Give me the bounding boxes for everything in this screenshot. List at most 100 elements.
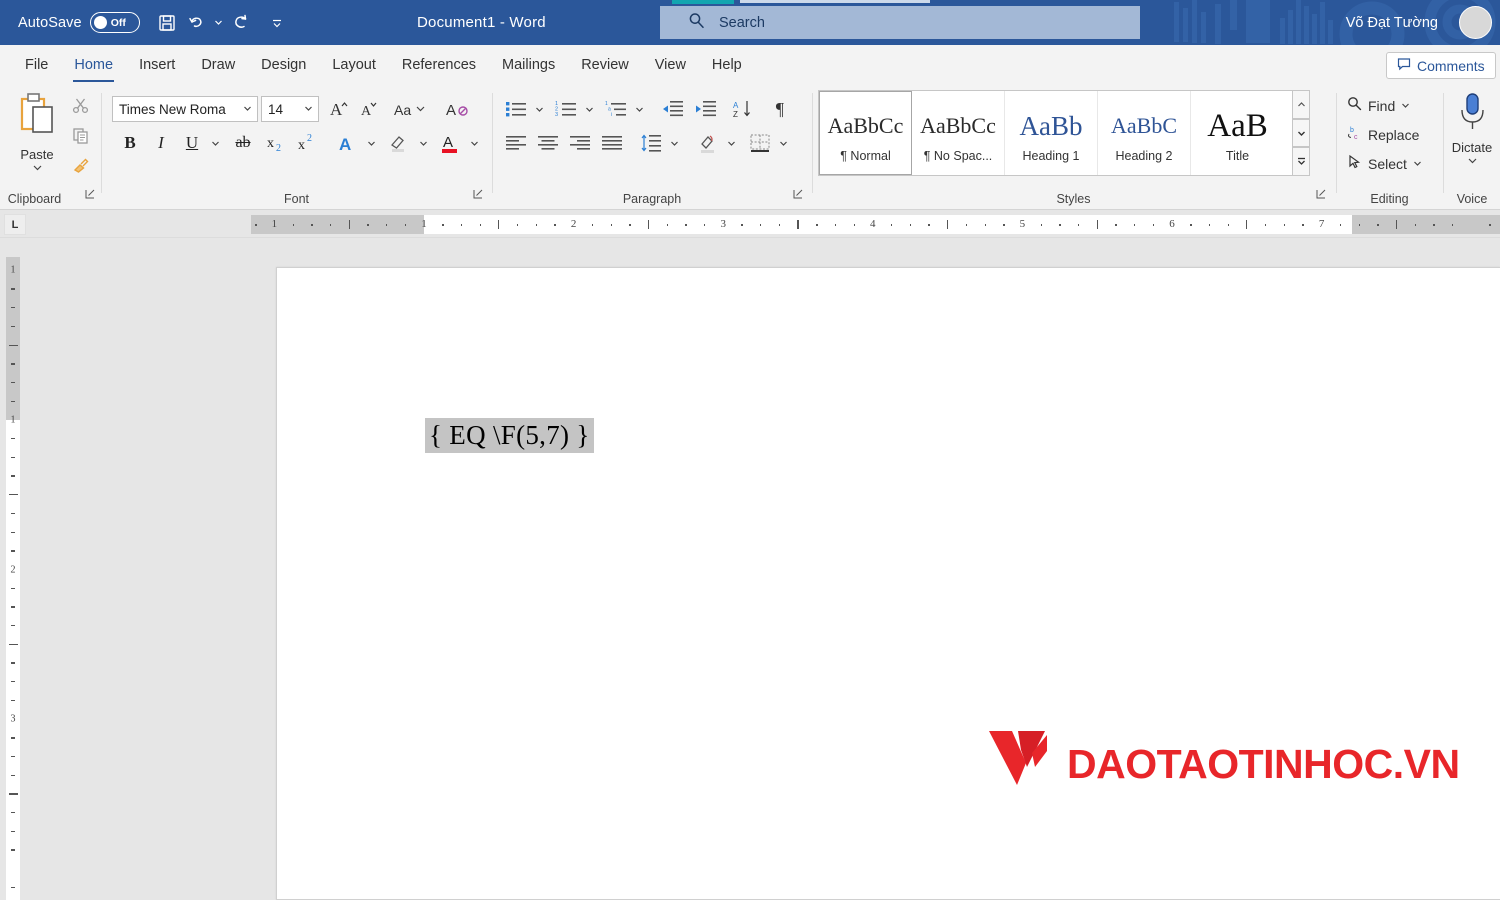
undo-button[interactable] bbox=[182, 7, 212, 39]
highlight-color-button[interactable] bbox=[384, 129, 414, 157]
undo-dropdown-icon[interactable] bbox=[212, 7, 226, 39]
numbering-button[interactable]: 1 2 3 bbox=[551, 95, 581, 123]
styles-scroll-down-button[interactable] bbox=[1292, 118, 1310, 148]
shading-button[interactable] bbox=[693, 129, 723, 157]
styles-more-button[interactable] bbox=[1292, 147, 1310, 177]
dictate-button[interactable]: Dictate bbox=[1444, 91, 1500, 165]
clipboard-dialog-launcher[interactable] bbox=[85, 186, 95, 204]
select-button[interactable]: Select bbox=[1343, 152, 1426, 176]
cut-button[interactable] bbox=[66, 91, 94, 119]
document-page[interactable]: { EQ \F(5,7) } DAOTAOTINHOC.VN bbox=[276, 267, 1500, 900]
style-no-spacing[interactable]: AaBbCc ¶ No Spac... bbox=[912, 91, 1005, 175]
font-size-combobox[interactable]: 14 bbox=[261, 96, 319, 122]
shading-dropdown-icon[interactable] bbox=[723, 129, 739, 157]
underline-button[interactable]: U bbox=[178, 129, 206, 157]
find-dropdown-icon[interactable] bbox=[1401, 97, 1410, 115]
redo-button[interactable] bbox=[226, 7, 256, 39]
ribbon: Paste Clipboard Times New Roma 14 A A Aa… bbox=[0, 85, 1500, 210]
subscript-button[interactable]: x2 bbox=[262, 129, 290, 157]
superscript-button[interactable]: x2 bbox=[293, 129, 321, 157]
font-color-dropdown-icon[interactable] bbox=[465, 129, 483, 157]
bold-button[interactable]: B bbox=[116, 129, 144, 157]
select-dropdown-icon[interactable] bbox=[1413, 155, 1422, 173]
format-painter-button[interactable] bbox=[66, 151, 94, 179]
shrink-font-button[interactable]: A bbox=[354, 95, 382, 123]
copy-button[interactable] bbox=[66, 121, 94, 149]
grow-font-button[interactable]: A bbox=[324, 95, 352, 123]
save-button[interactable] bbox=[152, 7, 182, 39]
style-heading-2[interactable]: AaBbC Heading 2 bbox=[1098, 91, 1191, 175]
multilevel-dropdown-icon[interactable] bbox=[631, 95, 647, 123]
text-effects-dropdown-icon[interactable] bbox=[362, 129, 380, 157]
tab-insert[interactable]: Insert bbox=[126, 45, 188, 85]
search-input[interactable]: Search bbox=[660, 6, 1140, 39]
styles-dialog-launcher[interactable] bbox=[1316, 186, 1326, 204]
styles-scrollbar[interactable] bbox=[1292, 90, 1310, 177]
italic-button[interactable]: I bbox=[147, 129, 175, 157]
font-name-combobox[interactable]: Times New Roma bbox=[112, 96, 258, 122]
vertical-ruler[interactable]: 1 1 2 3 bbox=[6, 257, 20, 900]
paragraph-dialog-launcher[interactable] bbox=[793, 186, 803, 204]
align-center-button[interactable] bbox=[533, 129, 563, 157]
comments-button[interactable]: Comments bbox=[1386, 52, 1496, 79]
text-effects-button[interactable]: A bbox=[332, 129, 362, 157]
tab-mailings[interactable]: Mailings bbox=[489, 45, 568, 85]
font-group-label: Font bbox=[283, 192, 309, 206]
tab-home[interactable]: Home bbox=[61, 45, 126, 85]
clear-formatting-button[interactable]: A bbox=[442, 95, 474, 123]
font-dialog-launcher[interactable] bbox=[473, 186, 483, 204]
ruler-track: 1 1 2 3 4 5 6 7 bbox=[251, 215, 1500, 234]
style-heading-1[interactable]: AaBb Heading 1 bbox=[1005, 91, 1098, 175]
ruler-tick bbox=[1433, 223, 1435, 226]
increase-indent-button[interactable] bbox=[691, 95, 721, 123]
tab-help[interactable]: Help bbox=[699, 45, 755, 85]
tab-insert-label: Insert bbox=[139, 57, 176, 73]
line-spacing-dropdown-icon[interactable] bbox=[666, 129, 682, 157]
style-normal-label: ¶ Normal bbox=[840, 149, 891, 163]
change-case-button[interactable]: Aa bbox=[391, 95, 431, 123]
tab-file[interactable]: File bbox=[12, 45, 61, 85]
tab-stop-selector[interactable]: L bbox=[4, 214, 26, 235]
customize-qat-button[interactable] bbox=[262, 7, 292, 39]
align-right-button[interactable] bbox=[565, 129, 595, 157]
line-spacing-button[interactable] bbox=[636, 129, 666, 157]
avatar[interactable] bbox=[1459, 6, 1492, 39]
paste-button[interactable]: Paste bbox=[8, 91, 66, 179]
autosave-toggle[interactable]: Off bbox=[89, 12, 140, 33]
tab-design[interactable]: Design bbox=[248, 45, 319, 85]
bullets-button[interactable] bbox=[501, 95, 531, 123]
replace-button[interactable]: bc Replace bbox=[1343, 123, 1423, 147]
strikethrough-button[interactable]: ab bbox=[229, 129, 257, 157]
borders-dropdown-icon[interactable] bbox=[775, 129, 791, 157]
account-name[interactable]: Võ Đạt Tường bbox=[1346, 0, 1438, 45]
sort-button[interactable]: A Z bbox=[728, 95, 758, 123]
font-color-button[interactable]: A bbox=[435, 129, 465, 157]
multilevel-list-button[interactable]: 1 a i bbox=[601, 95, 631, 123]
tab-layout[interactable]: Layout bbox=[319, 45, 389, 85]
paragraph-group-label: Paragraph bbox=[622, 192, 682, 206]
ruler-tick bbox=[591, 223, 594, 226]
bullets-dropdown-icon[interactable] bbox=[531, 95, 547, 123]
styles-scroll-up-button[interactable] bbox=[1292, 90, 1310, 119]
ruler-tick bbox=[554, 223, 556, 226]
underline-dropdown-icon[interactable] bbox=[206, 129, 224, 157]
borders-button[interactable] bbox=[745, 129, 775, 157]
field-code-text[interactable]: { EQ \F(5,7) } bbox=[425, 418, 594, 453]
highlight-dropdown-icon[interactable] bbox=[414, 129, 432, 157]
tab-references[interactable]: References bbox=[389, 45, 489, 85]
ruler-tick bbox=[1246, 220, 1248, 229]
decrease-indent-button[interactable] bbox=[658, 95, 688, 123]
vruler-inch-label: 2 bbox=[10, 564, 16, 576]
show-formatting-marks-button[interactable]: ¶ bbox=[765, 95, 795, 123]
style-title[interactable]: AaB Title bbox=[1191, 91, 1284, 175]
tab-review[interactable]: Review bbox=[568, 45, 642, 85]
align-left-button[interactable] bbox=[501, 129, 531, 157]
svg-text:2: 2 bbox=[307, 133, 312, 144]
tab-view[interactable]: View bbox=[642, 45, 699, 85]
numbering-dropdown-icon[interactable] bbox=[581, 95, 597, 123]
justify-button[interactable] bbox=[597, 129, 627, 157]
find-button[interactable]: Find bbox=[1343, 94, 1414, 118]
tab-draw[interactable]: Draw bbox=[188, 45, 248, 85]
style-normal[interactable]: AaBbCc ¶ Normal bbox=[819, 91, 912, 175]
horizontal-ruler[interactable]: L 1 1 2 3 4 5 6 7 bbox=[0, 211, 1500, 453]
